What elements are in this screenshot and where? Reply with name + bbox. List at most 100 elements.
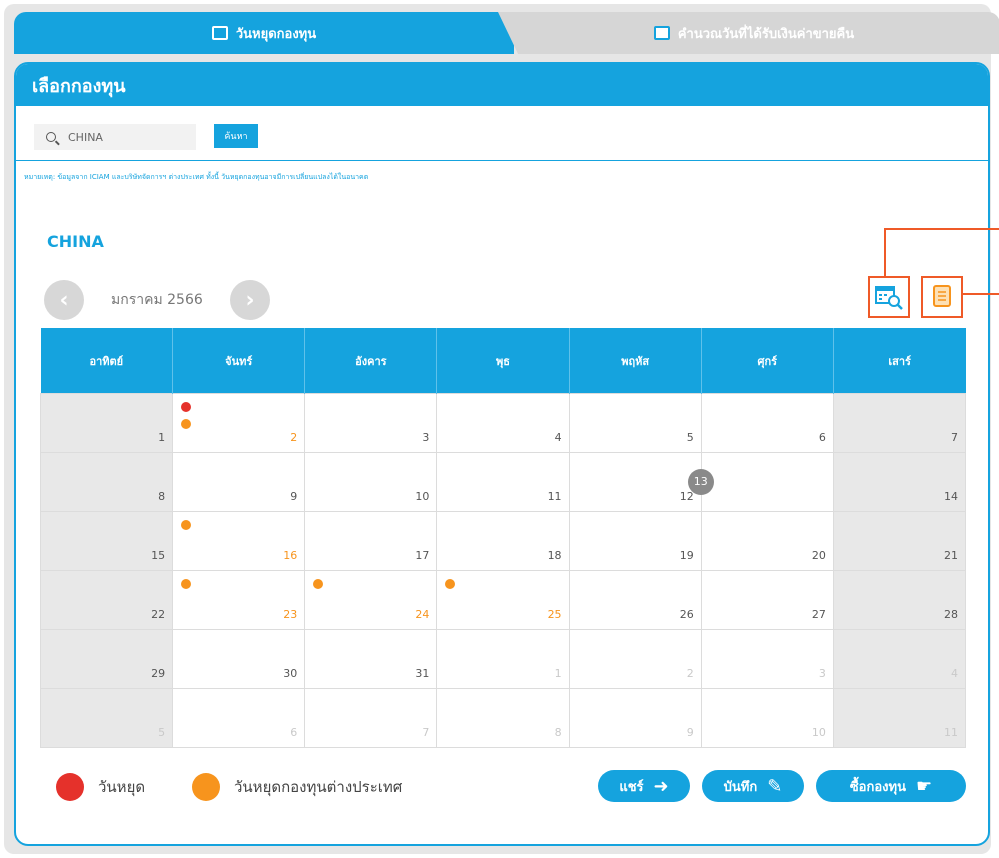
chevron-left-icon: ‹ [59,287,69,313]
calendar-day-cell[interactable]: 16 [172,511,306,571]
fund-name: CHINA [47,232,104,251]
calendar-day-cell[interactable]: 31 [304,629,438,689]
prev-month-button[interactable]: ‹ [44,280,84,320]
day-number: 4 [951,667,958,680]
calendar-day-cell[interactable]: 3 [700,629,834,689]
day-number: 9 [686,726,694,739]
search-button[interactable]: ค้นหา [214,124,258,148]
calendar-week-row: 15 16 17 18 19 20 21 [39,511,967,571]
calendar-day-cell[interactable]: 1 [39,393,174,453]
tab-label: วันหยุดกองทุน [235,26,317,42]
buy-fund-button[interactable]: ซื้อกองทุน ☛ [816,770,966,802]
calendar-day-cell[interactable]: 29 [39,629,174,689]
calendar-day-cell[interactable]: 2 [172,393,306,453]
calendar-day-cell[interactable]: 4 [832,629,967,689]
calendar-day-cell[interactable]: 1 [436,629,570,689]
share-button[interactable]: แชร์ ➜ [598,770,690,802]
callout-line [961,293,999,295]
weekday-header: พุธ [436,328,570,394]
day-number: 18 [547,549,562,562]
calendar-day-cell[interactable]: 21 [832,511,967,571]
search-input[interactable]: CHINA [34,124,196,150]
calendar-day-cell[interactable]: 12 [568,452,702,512]
calendar-day-cell[interactable]: 17 [304,511,438,571]
calendar-check-icon [653,26,670,40]
calendar-day-cell[interactable]: 6 [172,688,306,748]
calendar-day-cell[interactable]: 7 [304,688,438,748]
weekday-header: อังคาร [304,328,438,394]
legend-label: วันหยุด [98,778,146,796]
calendar-day-cell[interactable]: 8 [39,452,174,512]
tab-label: คำนวณวันที่ได้รับเงินค่าขายคืน [677,26,855,42]
tab-calculate-redemption[interactable]: คำนวณวันที่ได้รับเงินค่าขายคืน [498,12,999,54]
calendar-day-cell[interactable]: 11 [436,452,570,512]
calendar-day-cell[interactable]: 6 [700,393,834,453]
callout-line [884,228,999,230]
calendar-day-cell[interactable]: 24 [304,570,438,630]
day-number: 20 [811,549,826,562]
calendar-day-cell[interactable]: 10 [700,688,834,748]
pencil-icon: ✎ [767,775,783,797]
calendar-day-cell[interactable]: 22 [39,570,174,630]
calendar-week-row: 8 9 10 11 12 13 14 [39,452,967,512]
day-number: 3 [818,667,826,680]
day-number: 6 [290,726,298,739]
holiday-markers [313,579,324,589]
holiday-markers [445,579,456,589]
foreign-holiday-dot-icon [181,520,192,530]
day-number: 5 [686,431,694,444]
search-row: CHINA ค้นหา [16,116,988,161]
panel-title: เลือกกองทุน [16,64,988,106]
day-number: 9 [290,490,298,503]
day-number: 6 [818,431,826,444]
calendar-day-cell[interactable]: 25 [436,570,570,630]
calendar-week-row: 5 6 7 8 9 10 11 [39,688,967,748]
legend-holiday: วันหยุด [56,773,145,801]
calendar-day-cell[interactable]: 27 [700,570,834,630]
next-month-button[interactable]: › [230,280,270,320]
calendar-day-cell[interactable]: 7 [832,393,967,453]
calendar-day-cell[interactable]: 23 [172,570,306,630]
calendar-day-cell[interactable]: 14 [832,452,967,512]
calendar-day-cell[interactable]: 20 [700,511,834,571]
day-number: 29 [151,667,166,680]
document-list-button[interactable] [921,276,963,318]
day-number: 7 [951,431,958,444]
day-number: 8 [554,726,562,739]
foreign-holiday-dot-icon [445,579,456,589]
calendar-icon [211,26,228,40]
buy-label: ซื้อกองทุน [849,779,906,795]
calendar-day-cell[interactable]: 30 [172,629,306,689]
day-number: 14 [944,490,958,503]
tab-fund-holidays[interactable]: วันหยุดกองทุน [14,12,514,54]
calendar-day-cell[interactable]: 26 [568,570,702,630]
calendar-day-cell[interactable]: 9 [568,688,702,748]
calendar-day-cell[interactable]: 8 [436,688,570,748]
calendar-day-cell[interactable]: 5 [39,688,174,748]
callout-line [884,228,886,276]
day-number: 1 [554,667,562,680]
day-number: 8 [158,490,166,503]
calendar-day-cell[interactable]: 5 [568,393,702,453]
calendar-day-cell[interactable]: 3 [304,393,438,453]
calendar-day-cell[interactable]: 9 [172,452,306,512]
calendar-day-cell[interactable]: 19 [568,511,702,571]
holiday-markers [181,579,192,589]
calendar-day-cell[interactable]: 18 [436,511,570,571]
arrow-right-icon: ➜ [653,775,669,797]
calendar-day-cell[interactable]: 10 [304,452,438,512]
save-button[interactable]: บันทึก ✎ [702,770,804,802]
weekday-header: ศุกร์ [701,328,834,394]
calendar-day-cell[interactable]: 15 [39,511,174,571]
calendar-day-cell[interactable]: 28 [832,570,967,630]
month-label: มกราคม 2566 [111,292,203,308]
calendar-day-cell[interactable]: 13 [687,452,834,512]
calendar-search-button[interactable] [868,276,910,318]
day-number: 25 [547,608,562,621]
calendar-day-cell[interactable]: 4 [436,393,570,453]
calendar-day-cell[interactable]: 2 [568,629,702,689]
foreign-holiday-dot-icon [181,419,192,429]
day-number: 24 [415,608,430,621]
orange-dot-icon [192,773,220,801]
calendar-day-cell[interactable]: 11 [832,688,967,748]
